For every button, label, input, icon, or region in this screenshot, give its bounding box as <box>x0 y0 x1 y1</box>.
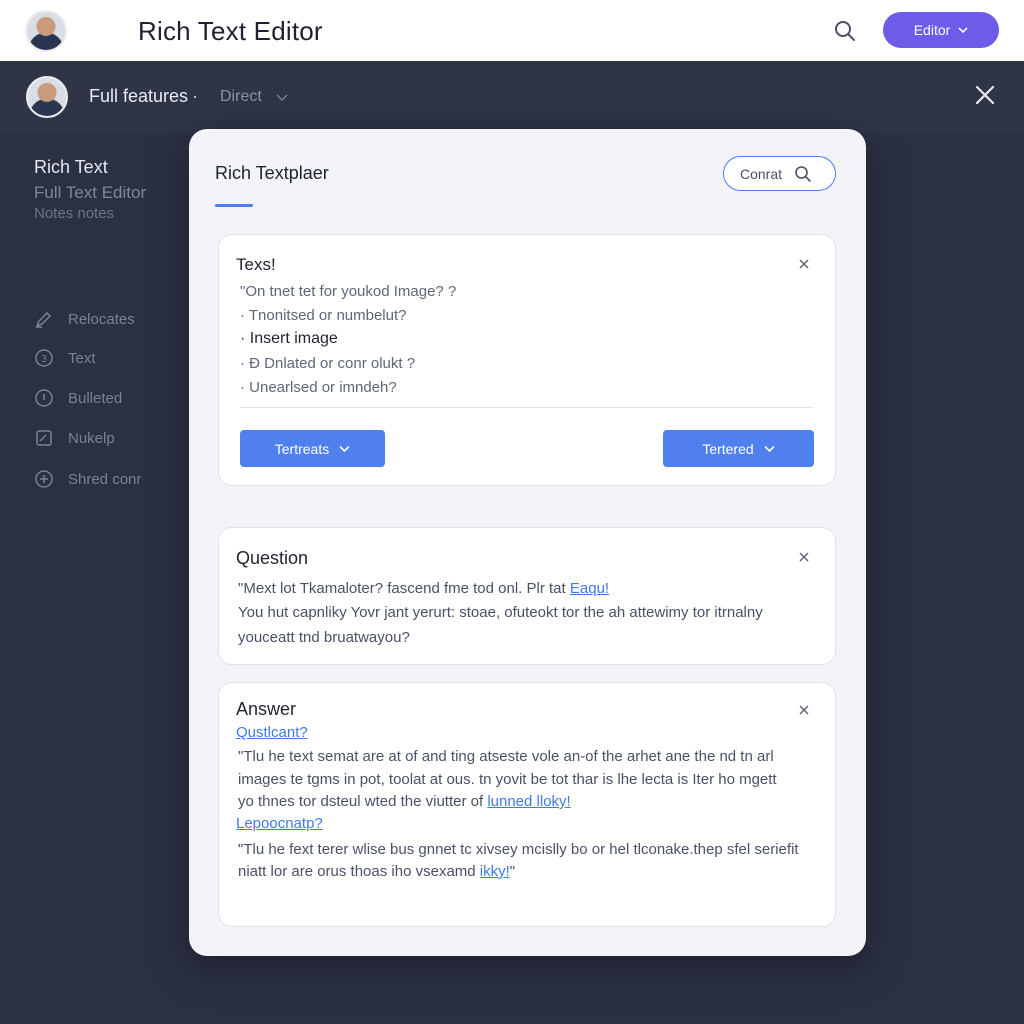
user-avatar-secondary[interactable] <box>26 76 68 118</box>
question-link[interactable]: Eaqu! <box>570 580 609 597</box>
nav-item-relocates[interactable]: Relocates <box>34 307 135 331</box>
user-avatar[interactable] <box>25 10 67 52</box>
card-heading: Answer <box>236 699 297 719</box>
answer-line: yo thnes tor dsteul wted the viutter of … <box>238 793 571 810</box>
nav-item-label: Bulleted <box>68 389 123 407</box>
nav-item-nukelp[interactable]: Nukelp <box>34 426 115 450</box>
close-icon[interactable] <box>972 82 998 108</box>
editor-button[interactable]: Editor <box>883 12 999 48</box>
edit-icon <box>35 311 52 328</box>
editor-button-label: Editor <box>913 22 951 38</box>
close-icon[interactable] <box>797 257 811 271</box>
contact-button-label: Conrat <box>740 165 783 182</box>
answer-card: Answer Qustlcant? "Tlu he text semat are… <box>218 682 836 927</box>
answer-line: "Tlu he fext terer wlise bus gnnet tc xi… <box>238 841 799 858</box>
dropdown-label: Tertreats <box>274 440 330 457</box>
chevron-down-icon <box>764 445 775 453</box>
answer-line: images te tgms in pot, toolat at ous. tn… <box>238 771 777 788</box>
list-item[interactable]: · Ð Dnlated or conr olukt ? <box>240 355 415 372</box>
nav-item-label: Relocates <box>68 310 135 328</box>
nav-item-bulleted[interactable]: Bulleted <box>34 386 122 410</box>
answer-line: niatt lor are orus thoas iho vsexamd ikk… <box>238 863 516 880</box>
chevron-down-icon <box>958 27 968 34</box>
divider <box>240 407 814 408</box>
question-card: Question "Mext lot Tkamaloter? fascend f… <box>218 527 836 665</box>
left-panel-subtitle-2: Notes notes <box>34 205 115 222</box>
card-heading: Texs! <box>236 255 276 274</box>
question-line: You hut capnliky Yovr jant yerurt: stoae… <box>238 604 763 621</box>
sub-header-title: Full features · <box>89 86 199 106</box>
chevron-down-icon[interactable] <box>275 90 289 104</box>
breadcrumb[interactable]: Direct <box>220 88 262 106</box>
answer-inline-link[interactable]: lunned lloky! <box>487 793 570 810</box>
nav-item-label: Nukelp <box>68 429 115 447</box>
nav-item-label: Text <box>68 349 96 367</box>
close-icon[interactable] <box>797 703 811 717</box>
nav-item-text[interactable]: 3 Text <box>34 346 96 370</box>
close-icon[interactable] <box>797 550 811 564</box>
question-line: "Mext lot Tkamaloter? fascend fme tod on… <box>238 580 610 597</box>
dropdown-label: Tertered <box>702 440 754 457</box>
editor-modal: Rich Textplaer Conrat Texs! "On tnet tet… <box>189 129 866 956</box>
answer-link[interactable]: Lepoocnatp? <box>236 815 323 832</box>
list-item[interactable]: "On tnet tet for youkod Image? ? <box>240 283 456 300</box>
format-dropdown-left[interactable]: Tertreats <box>240 430 385 467</box>
search-icon[interactable] <box>832 18 858 44</box>
list-item[interactable]: · Tnonitsed or numbelut? <box>240 307 407 324</box>
left-panel-subtitle: Full Text Editor <box>34 183 147 202</box>
title-underline <box>215 204 253 207</box>
text-circle-icon: 3 <box>35 349 53 367</box>
top-bar: Rich Text Editor Editor <box>0 0 1024 61</box>
list-item-insert-image[interactable]: · Insert image <box>240 330 338 348</box>
nav-item-label: Shred conr <box>68 470 142 488</box>
answer-line: "Tlu he text semat are at of and ting at… <box>238 748 774 765</box>
modal-title: Rich Textplaer <box>215 163 329 183</box>
search-icon <box>795 165 811 182</box>
text-card: Texs! "On tnet tet for youkod Image? ? ·… <box>218 234 836 486</box>
format-dropdown-right[interactable]: Tertered <box>663 430 814 467</box>
plus-circle-icon <box>35 470 53 488</box>
app-title: Rich Text Editor <box>138 16 323 46</box>
list-item[interactable]: · Unearlsed or imndeh? <box>240 379 397 396</box>
contact-button[interactable]: Conrat <box>723 156 836 191</box>
card-heading: Question <box>236 548 309 568</box>
info-circle-icon <box>35 389 53 407</box>
left-panel-title: Rich Text <box>34 157 108 177</box>
chevron-down-icon <box>339 445 350 453</box>
question-line: youceatt tnd bruatwayou? <box>238 629 410 646</box>
answer-link[interactable]: Qustlcant? <box>236 724 308 741</box>
svg-text:3: 3 <box>41 354 47 365</box>
answer-inline-link[interactable]: ikky! <box>480 863 510 880</box>
nav-item-shred[interactable]: Shred conr <box>34 467 141 491</box>
note-icon <box>36 430 52 446</box>
